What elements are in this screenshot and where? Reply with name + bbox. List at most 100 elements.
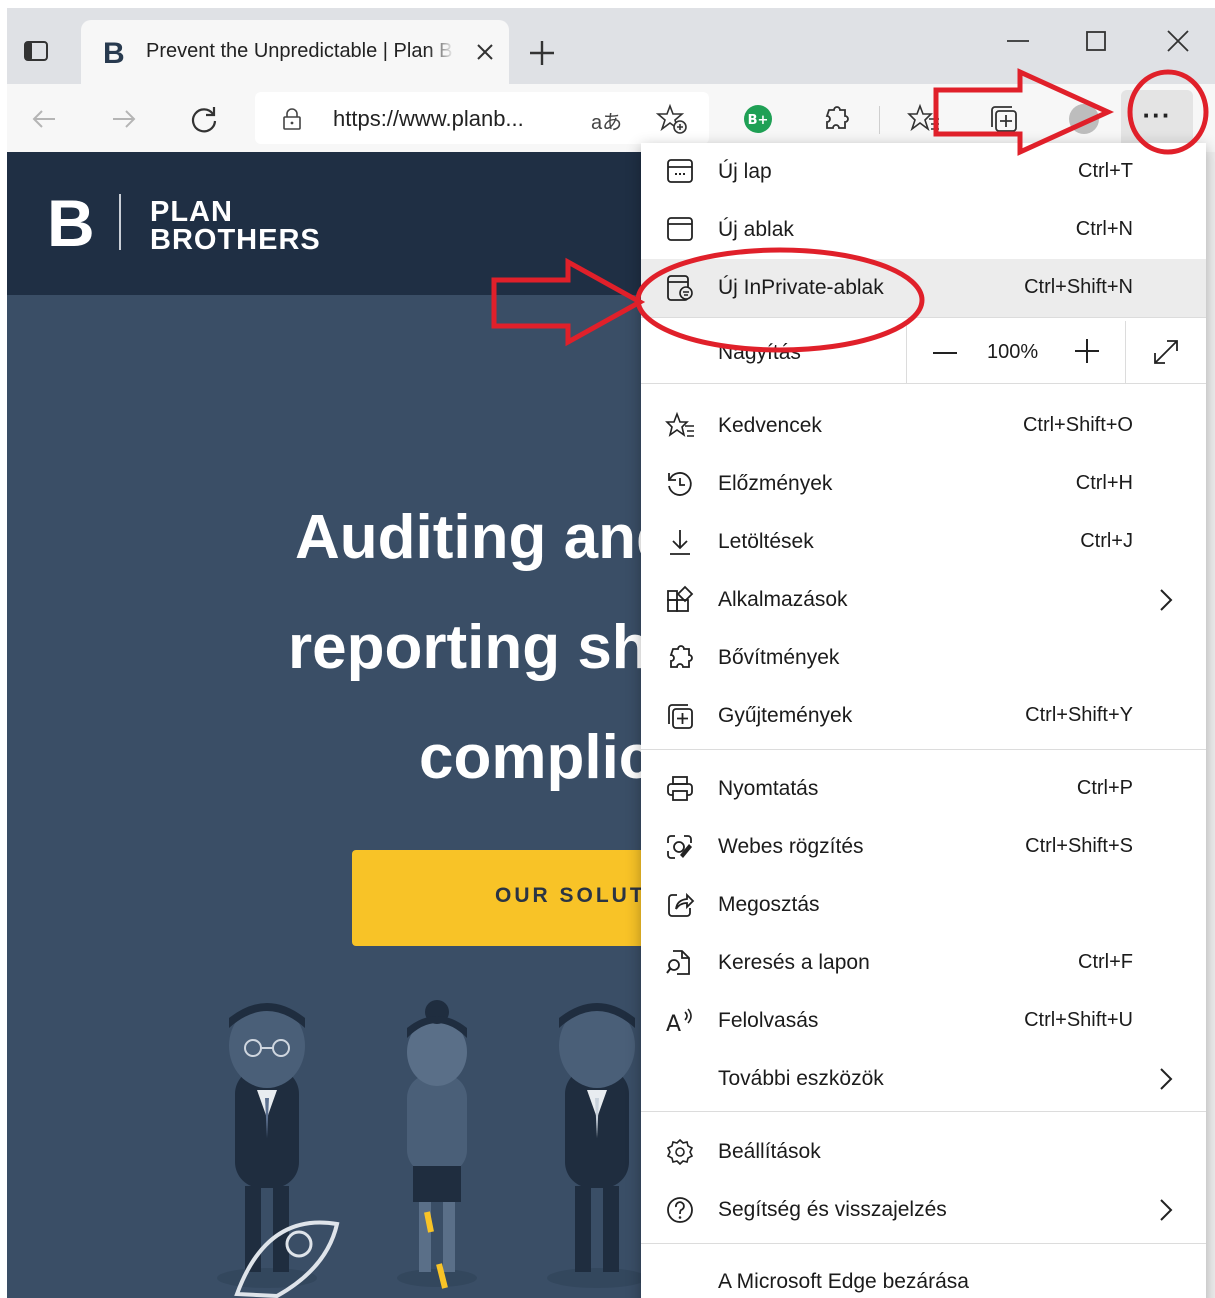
menu-label: Új InPrivate-ablak [718,276,884,299]
menu-label: Előzmények [718,472,833,495]
menu-shortcut: Ctrl+J [1080,530,1133,552]
menu-label: További eszközök [718,1067,884,1090]
svg-text:B+: B+ [748,113,769,128]
menu-item-apps[interactable]: Alkalmazások [641,571,1206,629]
full-screen-icon[interactable] [1151,337,1181,367]
menu-separator [641,1111,1206,1112]
share-icon [668,892,695,917]
svg-text:A: A [666,1012,681,1036]
close-window-icon[interactable] [1161,24,1195,58]
menu-label: Segítség és visszajelzés [718,1198,947,1221]
menu-item-new-window[interactable]: Új ablak Ctrl+N [641,201,1206,259]
new-tab-icon[interactable] [527,38,557,68]
menu-shortcut: Ctrl+Shift+S [1025,835,1133,857]
address-bar[interactable]: https://www.planb... aあ [255,92,709,144]
menu-label: Nyomtatás [718,777,819,800]
menu-separator [641,317,1206,318]
favorites-icon[interactable] [907,102,941,136]
menu-label: Alkalmazások [718,588,848,611]
zoom-label: Nagyítás [718,341,801,364]
menu-item-help-and-feedback[interactable]: Segítség és visszajelzés [641,1181,1206,1239]
menu-item-find-on-page[interactable]: Keresés a lapon Ctrl+F [641,934,1206,992]
menu-item-web-capture[interactable]: Webes rögzítés Ctrl+Shift+S [641,818,1206,876]
hero-line-3: complic [419,723,654,792]
menu-item-share[interactable]: Megosztás [641,876,1206,934]
page-scrollbar[interactable] [1205,152,1215,1298]
tab-actions-icon[interactable] [21,36,51,66]
zoom-value: 100% [987,341,1039,363]
menu-item-downloads[interactable]: Letöltések Ctrl+J [641,513,1206,571]
settings-and-more-button[interactable]: ··· [1121,90,1193,148]
menu-item-settings[interactable]: Beállítások [641,1123,1206,1181]
browser-window: B Prevent the Unpredictable | Plan Broth… [7,8,1215,1298]
maximize-icon[interactable] [1079,24,1113,58]
menu-separator [641,1243,1206,1244]
profile-avatar[interactable] [1067,102,1101,136]
add-favorite-icon[interactable] [655,102,689,136]
menu-shortcut: Ctrl+F [1078,951,1133,973]
logo-mark[interactable]: B [47,190,95,256]
menu-item-more-tools[interactable]: További eszközök [641,1050,1206,1108]
url-text: https://www.planb... [333,106,524,131]
menu-label: Letöltések [718,530,814,553]
logo-text-line2[interactable]: BROTHERS [150,224,321,257]
toolbar: https://www.planb... aあ B+ ··· [7,84,1215,152]
extensions-icon [669,645,693,668]
apps-icon [667,585,694,612]
hero-line-1: Auditing and [295,503,674,572]
menu-label: Webes rögzítés [718,835,864,858]
more-icon: ··· [1142,100,1172,130]
menu-shortcut: Ctrl+Shift+N [1024,276,1133,298]
menu-item-new-inprivate-window[interactable]: Új InPrivate-ablak Ctrl+Shift+N [641,259,1206,317]
help-icon [667,1197,693,1223]
extension-badge-icon[interactable]: B+ [741,102,775,136]
menu-item-collections[interactable]: Gyűjtemények Ctrl+Shift+Y [641,687,1206,745]
menu-item-print[interactable]: Nyomtatás Ctrl+P [641,760,1206,818]
translate-icon[interactable]: aあ [591,106,622,135]
menu-label: Bővítmények [718,646,840,669]
plan-brothers-b-icon: B [103,37,125,70]
print-icon [667,776,693,801]
menu-shortcut: Ctrl+N [1075,218,1133,240]
menu-label: Keresés a lapon [718,951,870,974]
collections-icon [668,704,693,729]
menu-label: Megosztás [718,893,820,916]
cta-label: OUR SOLUTI [495,884,655,907]
minimize-icon[interactable] [1001,24,1035,58]
menu-label: Felolvasás [718,1009,819,1032]
zoom-out-icon[interactable] [931,339,959,367]
gear-icon [666,1138,694,1166]
menu-item-history[interactable]: Előzmények Ctrl+H [641,455,1206,513]
extensions-icon[interactable] [819,102,853,136]
close-tab-icon[interactable] [473,40,497,64]
menu-shortcut: Ctrl+Shift+Y [1025,704,1133,726]
menu-item-favorites[interactable]: Kedvencek Ctrl+Shift+O [641,397,1206,455]
chevron-right-icon [1160,1199,1173,1221]
favorites-icon [665,411,694,437]
menu-item-zoom: Nagyítás 100% [641,321,1206,383]
collections-icon[interactable] [987,102,1021,136]
read-aloud-icon: A [666,1008,692,1036]
inprivate-window-icon [667,275,693,301]
hero-illustration [217,1000,647,1298]
forward-icon[interactable] [107,102,141,136]
lock-icon[interactable] [279,106,305,132]
menu-label: Beállítások [718,1140,821,1163]
zoom-in-icon[interactable] [1073,337,1101,365]
refresh-icon[interactable] [187,102,221,136]
menu-item-close-edge[interactable]: A Microsoft Edge bezárása [641,1253,1206,1298]
tab-active[interactable]: B Prevent the Unpredictable | Plan Broth… [81,20,509,84]
menu-label: Új ablak [718,218,794,241]
back-icon[interactable] [27,102,61,136]
menu-label: Új lap [718,160,772,183]
web-capture-icon [667,835,692,859]
menu-item-new-tab[interactable]: Új lap Ctrl+T [641,143,1206,201]
zoom-divider [1125,321,1126,383]
hero-line-2: reporting sho [288,613,688,682]
menu-item-read-aloud[interactable]: A Felolvasás Ctrl+Shift+U [641,992,1206,1050]
menu-item-extensions[interactable]: Bővítmények [641,629,1206,687]
logo-divider [119,194,121,250]
menu-shortcut: Ctrl+H [1075,472,1133,494]
find-on-page-icon [666,950,690,975]
menu-shortcut: Ctrl+P [1076,777,1133,799]
